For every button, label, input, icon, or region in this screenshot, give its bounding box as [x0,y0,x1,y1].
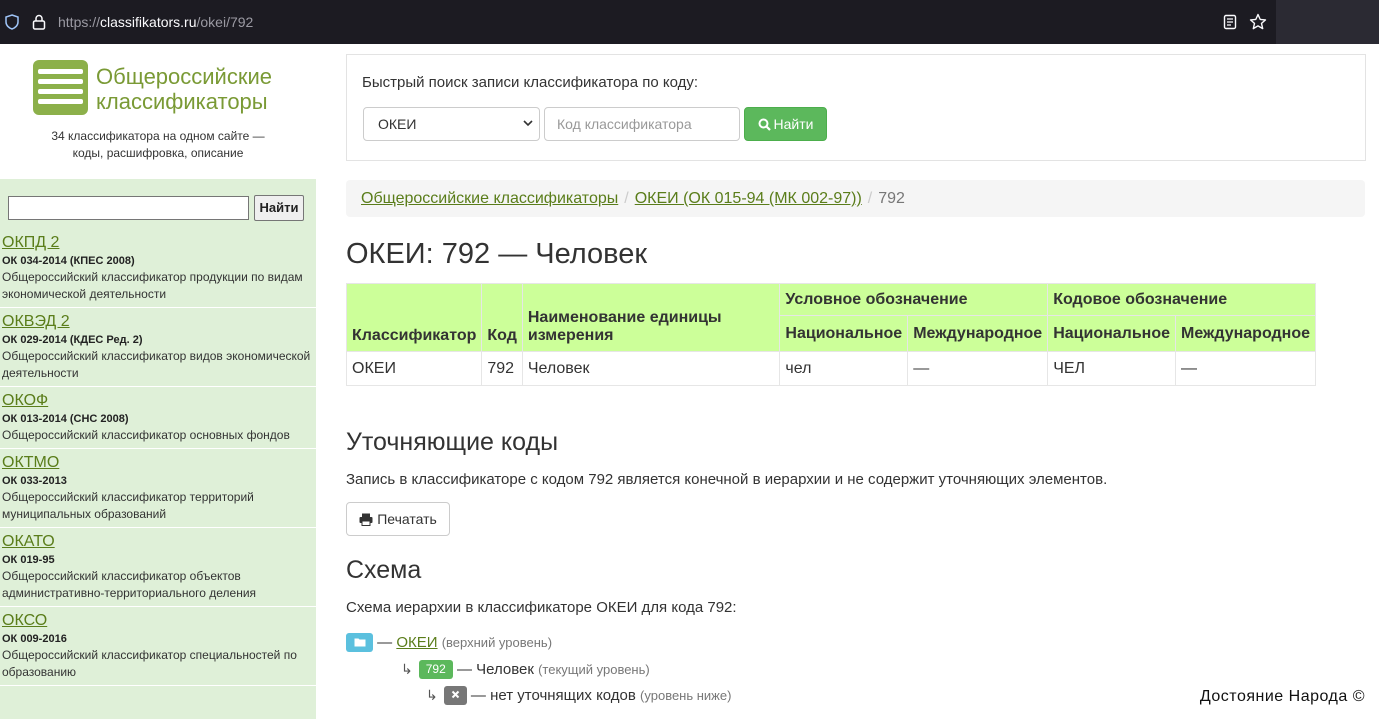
classifier-link[interactable]: ОКОФ [2,391,314,411]
th-unit-name: Наименование единицы измерения [521,283,781,352]
scheme-text: Схема иерархии в классификаторе ОКЕИ для… [346,599,737,616]
cell-code-international: — [1175,351,1316,386]
breadcrumb-home[interactable]: Общероссийские классификаторы [361,190,618,207]
search-icon [758,118,771,131]
th-code: Код [481,283,523,352]
reader-view-icon[interactable] [1222,14,1238,30]
sidebar-search-button[interactable]: Найти [254,195,304,221]
classifier-select[interactable]: ОКЕИ [363,107,540,141]
quick-search-button[interactable]: Найти [744,107,827,141]
toolbar-area [1276,0,1379,44]
classifier-link[interactable]: ОКВЭД 2 [2,312,314,332]
th-cond-national: Национальное [779,315,909,352]
th-code-national: Национальное [1047,315,1176,352]
classifier-standard: ОК 033-2013 [2,475,67,487]
site-title: Общероссийские классификаторы [96,64,272,114]
classifier-standard: ОК 019-95 [2,554,55,566]
classifier-link[interactable]: ОКАТО [2,532,314,552]
list-item: ОКПД 2 ОК 034-2014 (КПЕС 2008) Общероссийс… [0,229,316,308]
classifier-list: ОКПД 2 ОК 034-2014 (КПЕС 2008) Общероссийс… [0,229,316,719]
url-text[interactable]: https://classifikators.ru/okei/792 [58,14,253,30]
browser-url-bar: https://classifikators.ru/okei/792 [0,0,1379,44]
classifier-standard: ОК 013-2014 (СНС 2008) [2,413,129,425]
th-code-group: Кодовое обозначение [1047,283,1316,316]
quick-search-label: Быстрый поиск записи классификатора по к… [362,74,699,91]
cell-classifier: ОКЕИ [345,351,483,386]
code-badge: 792 [418,660,453,679]
cell-unit-name: Человек [521,351,781,386]
list-item: ОКАТО ОК 019-95 Общероссийский классификат… [0,528,316,607]
th-code-international: Международное [1175,315,1316,352]
tree-link-okei[interactable]: ОКЕИ [396,634,437,651]
classifier-description: Общероссийский классификатор специальнос… [2,648,297,679]
record-table: Классификатор Код Наименование единицы и… [345,283,1316,386]
refining-text: Запись в классификаторе с кодом 792 явля… [346,471,1108,488]
code-input[interactable]: Код классификатора [544,107,740,141]
tree-level-current: ↳ 792 — Человек (текущий уровень) [401,660,650,679]
cell-code: 792 [481,351,523,386]
close-icon [443,686,467,705]
quick-search-panel: Быстрый поиск записи классификатора по к… [346,54,1366,161]
page-title: ОКЕИ: 792 — Человек [346,238,648,270]
shield-icon[interactable] [4,14,20,30]
breadcrumb: Общероссийские классификаторы / ОКЕИ (ОК 0… [346,180,1365,217]
print-button[interactable]: Печатать [346,502,450,536]
refining-title: Уточняющие коды [346,428,559,456]
classifier-description: Общероссийский классификатор объектов ад… [2,569,257,600]
list-item: ОКОФ ОК 013-2014 (СНС 2008) Общероссийский… [0,387,316,449]
list-item: ОКВЭД 2 ОК 029-2014 (КДЕС Ред. 2) Общеросс… [0,308,316,387]
th-cond-international: Международное [907,315,1049,352]
breadcrumb-current: 792 [878,190,905,207]
folder-icon [346,633,373,652]
th-conditional-group: Условное обозначение [779,283,1049,316]
classifier-standard: ОК 009-2016 [2,633,67,645]
classifier-standard: ОК 029-2014 (КДЕС Ред. 2) [2,334,143,346]
list-icon [33,60,88,115]
printer-icon [359,513,373,526]
bookmark-star-icon[interactable] [1249,13,1267,31]
classifier-description: Общероссийский классификатор видов эконо… [2,349,311,380]
breadcrumb-section[interactable]: ОКЕИ (ОК 015-94 (МК 002-97)) [635,190,862,207]
classifier-description: Общероссийский классификатор основных фо… [2,428,290,442]
chevron-down-icon [523,120,533,127]
sidebar-search: Найти [0,179,316,229]
tree-level-top: — ОКЕИ (верхний уровень) [346,632,552,654]
watermark: Достояние Народа © [1199,688,1365,705]
classifier-description: Общероссийский классификатор продукции п… [2,270,303,301]
classifier-link[interactable]: ОКСО [2,611,314,631]
cell-code-national: ЧЕЛ [1047,351,1176,386]
classifier-description: Общероссийский классификатор территорий … [2,490,254,521]
classifier-link[interactable]: ОКТМО [2,453,314,473]
lock-icon[interactable] [32,14,46,30]
tree-level-below: ↳ — нет уточнящих кодов (уровень ниже) [426,686,732,705]
corner-arrow-icon: ↳ [426,687,438,703]
list-item: ОКТМО ОК 033-2013 Общероссийский классифик… [0,449,316,528]
corner-arrow-icon: ↳ [401,661,413,677]
th-classifier: Классификатор [345,283,483,352]
classifier-standard: ОК 034-2014 (КПЕС 2008) [2,255,135,267]
sidebar-search-input[interactable] [8,196,249,220]
list-item: ОКСО ОК 009-2016 Общероссийский классифика… [0,607,316,686]
table-row: ОКЕИ 792 Человек чел — ЧЕЛ — [345,351,1316,386]
site-tagline: 34 классификатора на одном сайте — коды,… [51,129,265,160]
sidebar: Общероссийские классификаторы 34 классиф… [0,44,316,719]
scheme-title: Схема [346,556,422,584]
cell-cond-international: — [907,351,1049,386]
classifier-link[interactable]: ОКПД 2 [2,233,314,253]
cell-cond-national: чел [779,351,909,386]
